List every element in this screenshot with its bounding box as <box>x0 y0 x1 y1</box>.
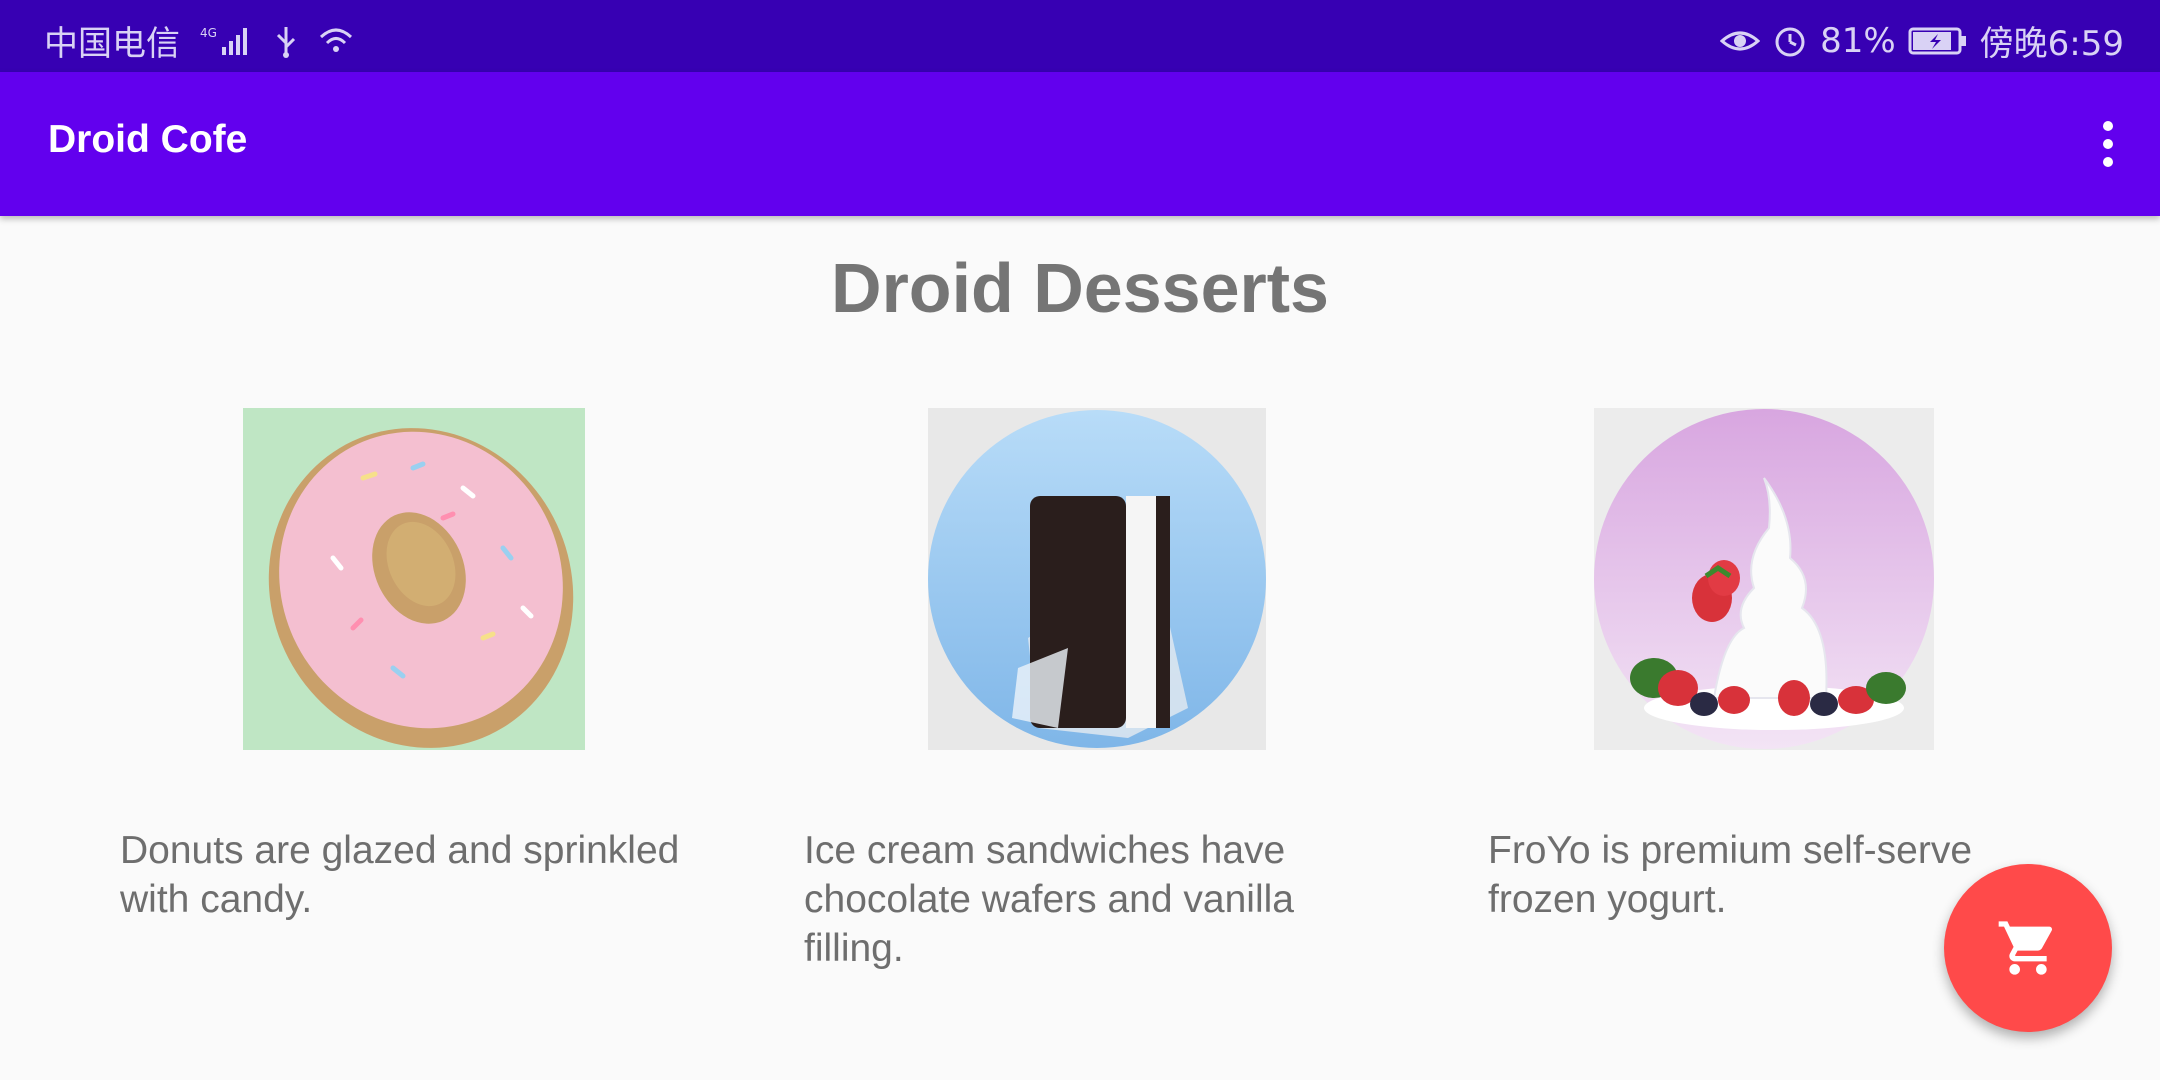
ice-cream-sandwich-description: Ice cream sandwiches have chocolate wafe… <box>804 829 1294 970</box>
status-bar: 中国电信 4G 81% 傍晚6:59 <box>0 0 2160 72</box>
donut-description: Donuts are glazed and sprinkled with can… <box>120 829 680 921</box>
signal-icon: 4G <box>200 23 254 59</box>
shopping-cart-button[interactable] <box>1944 864 2112 1032</box>
battery-charging-icon <box>1908 25 1968 57</box>
page-title: Droid Desserts <box>831 249 1329 327</box>
app-bar: Droid Cofe <box>0 72 2160 216</box>
more-vert-icon[interactable] <box>2080 116 2136 172</box>
ice-cream-sandwich-image[interactable] <box>928 408 1266 750</box>
network-type-label: 4G <box>200 26 217 40</box>
clock-time: 傍晚6:59 <box>1979 24 2124 64</box>
alarm-icon <box>1772 23 1808 59</box>
battery-percent: 81% <box>1820 20 1896 61</box>
carrier-label: 中国电信 <box>44 24 180 64</box>
app-title: Droid Cofe <box>48 118 248 161</box>
wifi-icon <box>318 23 354 59</box>
usb-icon <box>274 23 298 59</box>
froyo-image[interactable] <box>1594 408 1934 750</box>
eye-comfort-icon <box>1720 23 1761 59</box>
donut-image[interactable] <box>243 408 585 750</box>
shopping-cart-icon <box>1996 916 2060 980</box>
